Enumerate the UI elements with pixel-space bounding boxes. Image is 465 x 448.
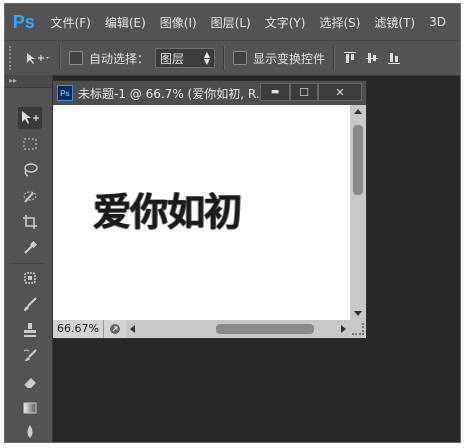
auto-select-checkbox[interactable] xyxy=(69,51,83,65)
clone-stamp-icon[interactable] xyxy=(18,319,42,341)
restore-icon: ☐ xyxy=(299,85,309,99)
show-transform-checkbox[interactable] xyxy=(233,51,248,65)
minimize-button[interactable]: ▬ xyxy=(260,83,290,101)
status-bar: 66.67% xyxy=(53,320,366,338)
move-tool-icon[interactable] xyxy=(18,107,42,129)
horizontal-scroll-thumb[interactable] xyxy=(216,324,314,334)
menu-file[interactable]: 文件(F) xyxy=(51,14,91,31)
tools-panel: ▸▸ xyxy=(5,75,53,442)
menu-select[interactable]: 选择(S) xyxy=(319,14,360,31)
scroll-right-icon[interactable] xyxy=(341,325,346,333)
info-icon xyxy=(110,324,120,334)
scroll-left-icon[interactable] xyxy=(130,325,135,333)
vertical-scrollbar[interactable] xyxy=(350,105,366,320)
menu-image[interactable]: 图像(I) xyxy=(160,14,197,31)
auto-select-dropdown[interactable]: 图层 ▲ ▼ xyxy=(155,48,216,68)
align-vcenter-icon[interactable] xyxy=(365,51,379,65)
close-icon: ✕ xyxy=(335,85,345,99)
ps-logo: Ps xyxy=(12,11,35,32)
menu-edit[interactable]: 编辑(E) xyxy=(105,14,146,31)
panel-collapse-button[interactable]: ▸▸ xyxy=(5,75,52,88)
close-button[interactable]: ✕ xyxy=(318,83,362,101)
document-window: Ps 未标题-1 @ 66.7% (爱你如初, R... ▬ ☐ ✕ 爱你如初 … xyxy=(52,80,367,339)
menu-filter[interactable]: 滤镜(T) xyxy=(374,14,415,31)
show-transform-label: 显示变换控件 xyxy=(253,51,326,66)
resize-grip-icon[interactable] xyxy=(352,323,364,335)
history-brush-icon[interactable] xyxy=(18,345,42,367)
options-grip[interactable] xyxy=(9,46,17,70)
canvas[interactable]: 爱你如初 xyxy=(53,105,350,320)
menu-layer[interactable]: 图层(L) xyxy=(211,14,251,31)
eyedropper-icon[interactable] xyxy=(18,237,42,259)
status-info-button[interactable] xyxy=(104,320,126,338)
restore-button[interactable]: ☐ xyxy=(290,83,318,101)
brush-icon[interactable] xyxy=(18,293,42,315)
align-top-icon[interactable] xyxy=(343,51,357,65)
document-title: 未标题-1 @ 66.7% (爱你如初, R... xyxy=(78,86,268,101)
separator xyxy=(59,46,61,70)
menu-3d[interactable]: 3D xyxy=(429,15,446,29)
options-bar: 自动选择： 图层 ▲ ▼ 显示变换控件 xyxy=(5,40,460,76)
auto-select-label: 自动选择： xyxy=(89,51,150,66)
minimize-icon: ▬ xyxy=(270,87,280,97)
artwork-text: 爱你如初 xyxy=(93,190,242,234)
separator xyxy=(223,46,226,70)
blur-icon[interactable] xyxy=(18,421,42,442)
document-titlebar[interactable]: Ps 未标题-1 @ 66.7% (爱你如初, R... ▬ ☐ ✕ xyxy=(53,81,366,105)
separator xyxy=(13,263,45,264)
marquee-icon[interactable] xyxy=(18,133,42,155)
align-bottom-icon[interactable] xyxy=(387,51,401,65)
menu-type[interactable]: 文字(Y) xyxy=(265,14,306,31)
separator xyxy=(333,46,336,70)
menu-bar: Ps 文件(F) 编辑(E) 图像(I) 图层(L) 文字(Y) 选择(S) 滤… xyxy=(5,4,460,40)
vertical-scroll-thumb[interactable] xyxy=(353,125,363,195)
ps-document-icon: Ps xyxy=(57,85,73,101)
tool-preset-picker[interactable] xyxy=(25,51,51,65)
horizontal-scrollbar[interactable] xyxy=(126,320,366,338)
auto-select-value: 图层 xyxy=(160,51,185,66)
crop-icon[interactable] xyxy=(18,211,42,233)
scroll-up-icon[interactable] xyxy=(354,109,362,114)
spot-heal-icon[interactable] xyxy=(18,267,42,289)
scroll-down-icon[interactable] xyxy=(354,311,362,316)
move-tool-icon xyxy=(27,53,49,64)
eraser-icon[interactable] xyxy=(18,371,42,393)
lasso-icon[interactable] xyxy=(18,159,42,181)
quick-select-icon[interactable] xyxy=(18,185,42,207)
updown-icon: ▲ ▼ xyxy=(203,50,211,66)
zoom-level[interactable]: 66.67% xyxy=(53,320,104,338)
gradient-icon[interactable] xyxy=(18,397,42,419)
photoshop-window: Ps 文件(F) 编辑(E) 图像(I) 图层(L) 文字(Y) 选择(S) 滤… xyxy=(4,3,461,443)
